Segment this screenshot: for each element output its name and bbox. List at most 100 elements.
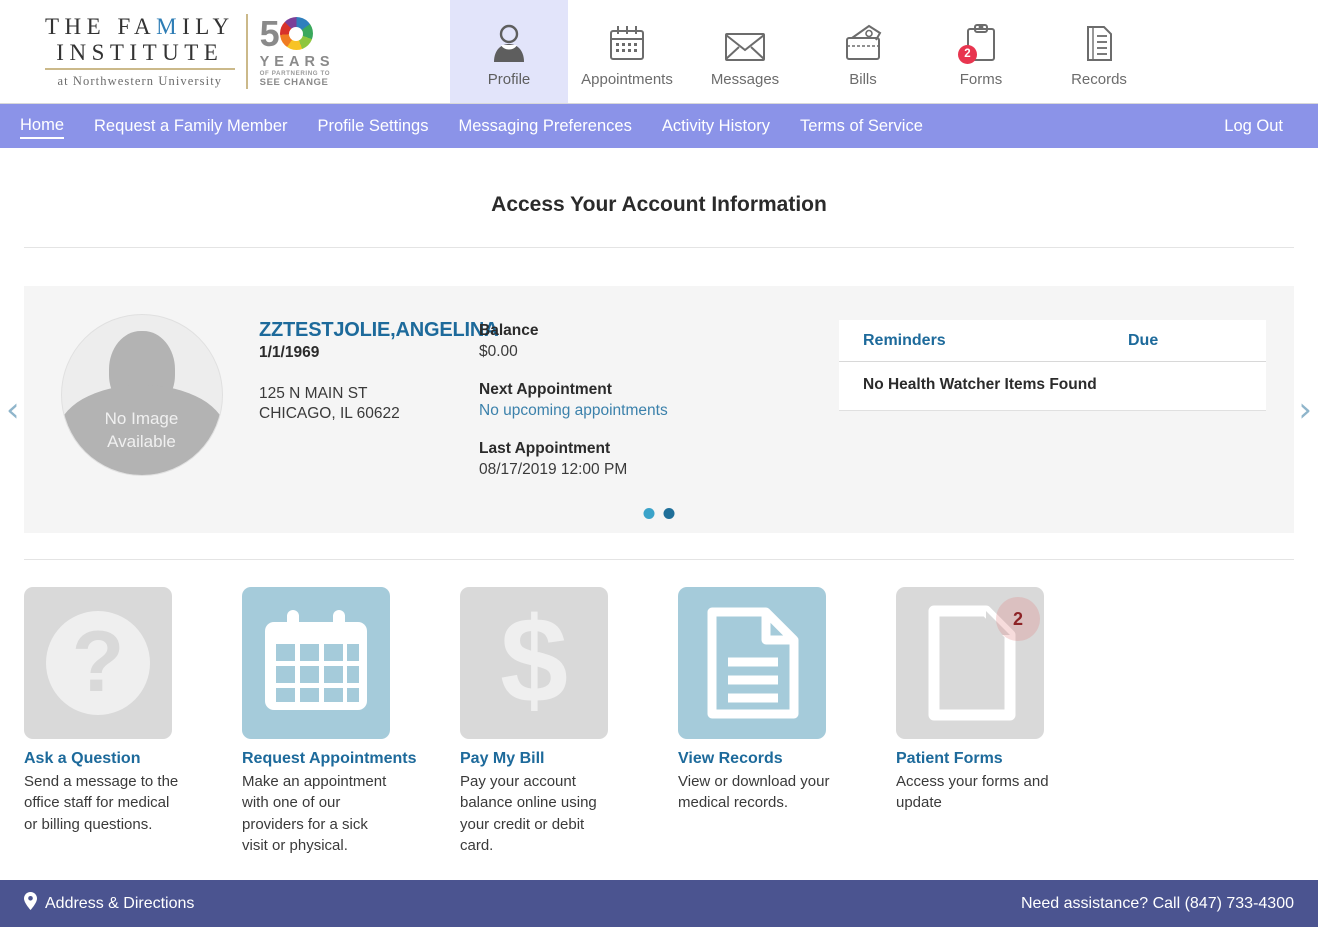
tile-description: Send a message to the office staff for m… <box>24 773 179 833</box>
patient-carousel: ‹ › No Image Available ZZTESTJOLIE,ANGEL… <box>6 286 1312 533</box>
patient-identity: ZZTESTJOLIE,ANGELINA 1/1/1969 125 N MAIN… <box>259 306 499 511</box>
page-footer: Address & Directions Need assistance? Ca… <box>0 880 1318 927</box>
nav-tab-forms[interactable]: 2 Forms <box>922 0 1040 103</box>
tile-patient-forms[interactable]: 2 Patient Forms Access your forms and up… <box>896 587 1114 856</box>
patient-appointments: Balance $0.00 Next Appointment No upcomi… <box>479 306 779 511</box>
question-mark-icon: ? <box>24 587 172 739</box>
nav-tab-label: Messages <box>710 70 780 88</box>
tile-title: Ask a Question <box>24 750 141 767</box>
tile-description: Access your forms and update <box>896 773 1049 812</box>
nav-tab-messages[interactable]: Messages <box>686 0 804 103</box>
clipboard-icon: 2 <box>958 20 997 64</box>
avatar-column: No Image Available <box>24 306 259 511</box>
patient-address-line-2: CHICAGO, IL 60622 <box>259 405 400 423</box>
person-icon <box>492 20 526 62</box>
patient-dob: 1/1/1969 <box>259 344 320 361</box>
subnav-item-terms-of-service[interactable]: Terms of Service <box>800 115 923 137</box>
subnav-item-request-family-member[interactable]: Request a Family Member <box>94 115 287 137</box>
assistance-phone[interactable]: Need assistance? Call (847) 733-4300 <box>1021 895 1294 913</box>
calendar-icon <box>608 20 646 62</box>
tile-description: Make an appointment with one of our prov… <box>242 773 387 854</box>
brand-logo[interactable]: THE FAMILY INSTITUTE at Northwestern Uni… <box>0 0 450 103</box>
brand-wordmark: THE FAMILY INSTITUTE at Northwestern Uni… <box>45 13 248 90</box>
address-and-directions-link[interactable]: Address & Directions <box>24 892 194 915</box>
subnav-item-home[interactable]: Home <box>20 114 65 139</box>
anniversary-number: 5 <box>260 15 335 52</box>
calendar-icon <box>242 587 390 739</box>
patient-summary-card: No Image Available ZZTESTJOLIE,ANGELINA … <box>24 286 1294 533</box>
document-icon <box>1084 20 1114 62</box>
patient-forms-badge: 2 <box>996 597 1040 641</box>
anniversary-mark: 5 YEARS OF PARTNERING TO SEE CHANGE <box>248 15 335 88</box>
tile-title: Request Appointments <box>242 750 417 767</box>
primary-nav: Profile Appointments Messages Bills 2 Fo… <box>450 0 1158 103</box>
avatar-placeholder-line-2: Available <box>107 431 176 451</box>
brand-line-1: THE FAMILY <box>45 13 235 39</box>
svg-text:?: ? <box>72 614 125 710</box>
due-column-header: Due <box>1128 332 1159 349</box>
avatar: No Image Available <box>60 314 223 476</box>
patient-address-line-1: 125 N MAIN ST <box>259 385 368 402</box>
anniversary-years: YEARS <box>259 53 335 70</box>
last-appointment-value: 08/17/2019 12:00 PM <box>479 461 628 478</box>
svg-text:$: $ <box>500 604 568 722</box>
nav-tab-label: Records <box>1071 70 1127 88</box>
logout-button[interactable]: Log Out <box>1224 117 1283 136</box>
document-lines-icon <box>678 587 826 739</box>
dollar-sign-icon: $ <box>460 587 608 739</box>
envelope-icon <box>724 20 766 62</box>
nav-tab-appointments[interactable]: Appointments <box>568 0 686 103</box>
tile-title: View Records <box>678 750 783 767</box>
avatar-placeholder-text: No Image Available <box>105 408 179 475</box>
balance-label: Balance <box>479 322 539 339</box>
subnav-item-messaging-preferences[interactable]: Messaging Preferences <box>458 115 631 137</box>
tile-description: Pay your account balance online using yo… <box>460 773 597 854</box>
anniversary-sub-2: SEE CHANGE <box>259 76 329 88</box>
next-appointment-value[interactable]: No upcoming appointments <box>479 402 779 420</box>
nav-tab-profile[interactable]: Profile <box>450 0 568 103</box>
tile-description: View or download your medical records. <box>678 773 830 812</box>
last-appointment-label: Last Appointment <box>479 440 611 457</box>
carousel-dot-2[interactable] <box>663 508 675 519</box>
brand-line-3: at Northwestern University <box>57 74 223 89</box>
anniversary-sub-1: OF PARTNERING TO <box>259 69 331 77</box>
title-divider <box>24 247 1294 248</box>
patient-address: 125 N MAIN ST CHICAGO, IL 60622 <box>259 384 479 425</box>
nav-tab-label: Profile <box>487 70 531 88</box>
secondary-nav: Home Request a Family Member Profile Set… <box>0 104 1318 148</box>
page-title: Access Your Account Information <box>491 193 827 216</box>
map-pin-icon <box>24 892 37 915</box>
nav-tab-records[interactable]: Records <box>1040 0 1158 103</box>
avatar-placeholder-line-1: No Image <box>104 409 179 429</box>
carousel-next-button[interactable]: › <box>1298 393 1312 427</box>
address-label: Address & Directions <box>45 894 195 912</box>
balance-value: $0.00 <box>479 343 518 360</box>
reminders-empty-message: No Health Watcher Items Found <box>863 376 1097 393</box>
reminders-column-header: Reminders <box>863 332 946 349</box>
tile-ask-a-question[interactable]: ? Ask a Question Send a message to the o… <box>24 587 242 856</box>
reminders-header-row: Reminders Due <box>839 320 1266 362</box>
top-header: THE FAMILY INSTITUTE at Northwestern Uni… <box>0 0 1318 104</box>
nav-tab-label: Bills <box>849 70 877 88</box>
tile-request-appointments[interactable]: Request Appointments Make an appointment… <box>242 587 460 856</box>
carousel-dots <box>643 508 675 519</box>
reminders-column: Reminders Due No Health Watcher Items Fo… <box>779 306 1294 511</box>
nav-tab-bills[interactable]: Bills <box>804 0 922 103</box>
forms-badge: 2 <box>958 44 977 64</box>
carousel-prev-button[interactable]: ‹ <box>6 393 20 427</box>
carousel-dot-1[interactable] <box>643 508 655 519</box>
subnav-item-profile-settings[interactable]: Profile Settings <box>318 115 429 137</box>
wallet-icon <box>843 20 883 62</box>
tile-view-records[interactable]: View Records View or download your medic… <box>678 587 896 856</box>
anniversary-ring-icon <box>279 17 313 50</box>
subnav-item-activity-history[interactable]: Activity History <box>662 115 770 137</box>
nav-tab-label: Forms <box>959 70 1003 88</box>
nav-tab-label: Appointments <box>581 70 673 88</box>
next-appointment-label: Next Appointment <box>479 381 612 398</box>
tile-title: Patient Forms <box>896 750 1003 767</box>
tile-title: Pay My Bill <box>460 750 545 767</box>
tile-pay-my-bill[interactable]: $ Pay My Bill Pay your account balance o… <box>460 587 678 856</box>
patient-name[interactable]: ZZTESTJOLIE,ANGELINA <box>259 319 499 342</box>
